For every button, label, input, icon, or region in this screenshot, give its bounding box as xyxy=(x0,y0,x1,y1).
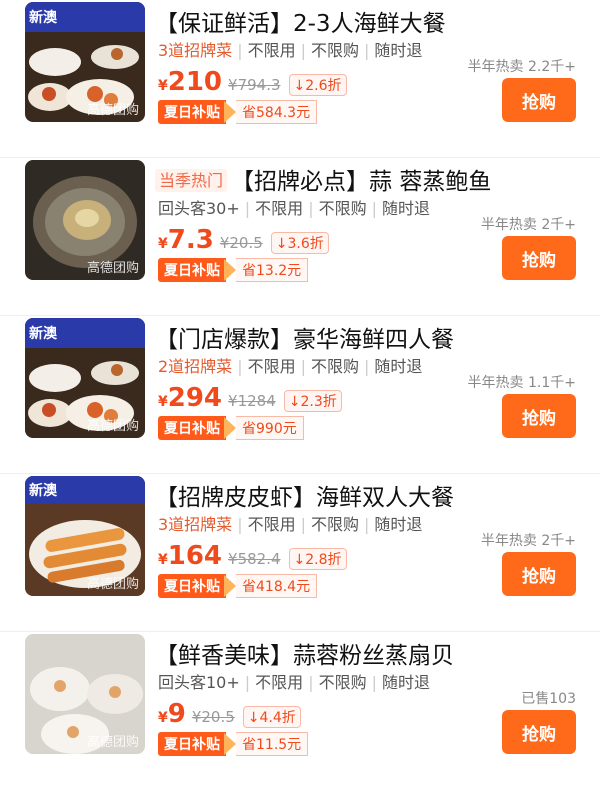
deal-tags: 回头客30+ | 不限用 | 不限购 | 随时退 xyxy=(158,199,430,218)
svg-text:新澳: 新澳 xyxy=(29,482,58,499)
subsidy-badge: 夏日补贴 xyxy=(158,258,226,282)
thumbnail-watermark: 高德团购 xyxy=(86,103,139,118)
deal-price: 210 xyxy=(167,67,223,97)
price-row: ¥210 ¥794.3 ↓2.6折 xyxy=(158,67,347,97)
thumbnail-watermark: 高德团购 xyxy=(86,419,139,434)
subsidy-badge: 夏日补贴 xyxy=(158,574,226,598)
savings-text: 省584.3元 xyxy=(236,100,318,124)
original-price: ¥794.3 xyxy=(228,76,281,94)
original-price: ¥20.5 xyxy=(191,708,235,726)
thumbnail-watermark: 高德团购 xyxy=(86,577,139,592)
subsidy-row: 夏日补贴 省11.5元 xyxy=(158,732,309,756)
original-price: ¥20.5 xyxy=(219,234,263,252)
subsidy-row: 夏日补贴 省13.2元 xyxy=(158,258,309,282)
bolt-icon xyxy=(224,101,236,123)
deal-title: 【鲜香美味】蒜蓉粉丝蒸扇贝 xyxy=(155,643,454,669)
deal-item[interactable]: 高德团购 【鲜香美味】蒜蓉粉丝蒸扇贝 回头客10+ | 不限用 | 不限购 | 随时退 ¥9… xyxy=(0,632,600,790)
price-row: ¥9 ¥20.5 ↓4.4折 xyxy=(158,699,301,729)
down-arrow-icon: ↓ xyxy=(275,236,288,252)
deal-price: 294 xyxy=(167,383,223,413)
down-arrow-icon: ↓ xyxy=(247,710,260,726)
savings-text: 省13.2元 xyxy=(236,258,309,282)
deal-item[interactable]: 新澳 高德团购 【门店爆款】豪华海鲜四人餐 2道招牌菜 | 不限用 | 不限购 | 随时退 … xyxy=(0,316,600,474)
subsidy-badge: 夏日补贴 xyxy=(158,416,226,440)
deal-thumbnail[interactable]: 高德团购 xyxy=(25,634,145,754)
deal-thumbnail[interactable]: 高德团购 xyxy=(25,160,145,280)
sales-count: 半年热卖 2.2千+ xyxy=(467,59,576,75)
subsidy-badge: 夏日补贴 xyxy=(158,732,226,756)
buy-button[interactable]: 抢购 xyxy=(502,236,576,280)
deal-thumbnail[interactable]: 新澳 高德团购 xyxy=(25,318,145,438)
buy-button[interactable]: 抢购 xyxy=(502,552,576,596)
deal-thumbnail[interactable]: 新澳 高德团购 xyxy=(25,476,145,596)
savings-text: 省418.4元 xyxy=(236,574,318,598)
deal-tags: 2道招牌菜 | 不限用 | 不限购 | 随时退 xyxy=(158,357,423,376)
price-row: ¥7.3 ¥20.5 ↓3.6折 xyxy=(158,225,329,255)
deal-title: 【招牌皮皮虾】海鲜双人大餐 xyxy=(155,485,454,511)
thumbnail-watermark: 高德团购 xyxy=(86,261,139,276)
bolt-icon xyxy=(224,259,236,281)
deal-thumbnail[interactable]: 新澳 高德团购 xyxy=(25,2,145,122)
original-price: ¥582.4 xyxy=(228,550,281,568)
subsidy-badge: 夏日补贴 xyxy=(158,100,226,124)
sales-count: 半年热卖 2千+ xyxy=(480,533,576,549)
discount-badge: ↓3.6折 xyxy=(270,232,329,254)
discount-badge: ↓2.8折 xyxy=(288,548,347,570)
deal-price: 7.3 xyxy=(167,225,214,255)
savings-text: 省11.5元 xyxy=(236,732,309,756)
sales-count: 已售103 xyxy=(521,691,576,707)
deal-tags: 回头客10+ | 不限用 | 不限购 | 随时退 xyxy=(158,673,430,692)
deal-title: 【保证鲜活】2-3人海鲜大餐 xyxy=(155,11,446,37)
buy-button[interactable]: 抢购 xyxy=(502,394,576,438)
discount-badge: ↓2.6折 xyxy=(288,74,347,96)
subsidy-row: 夏日补贴 省990元 xyxy=(158,416,304,440)
deal-tags: 3道招牌菜 | 不限用 | 不限购 | 随时退 xyxy=(158,41,423,60)
sales-count: 半年热卖 1.1千+ xyxy=(467,375,576,391)
svg-text:新澳: 新澳 xyxy=(29,325,58,342)
deal-price: 9 xyxy=(167,699,186,729)
deal-title: 当季热门 【招牌必点】蒜 蓉蒸鲍鱼 xyxy=(155,162,491,196)
sales-count: 半年热卖 2千+ xyxy=(480,217,576,233)
thumbnail-watermark: 高德团购 xyxy=(86,735,139,750)
savings-text: 省990元 xyxy=(236,416,304,440)
bolt-icon xyxy=(224,733,236,755)
subsidy-row: 夏日补贴 省584.3元 xyxy=(158,100,318,124)
price-row: ¥164 ¥582.4 ↓2.8折 xyxy=(158,541,347,571)
down-arrow-icon: ↓ xyxy=(293,78,306,94)
svg-text:新澳: 新澳 xyxy=(29,9,58,26)
buy-button[interactable]: 抢购 xyxy=(502,78,576,122)
deal-item[interactable]: 新澳 高德团购 【招牌皮皮虾】海鲜双人大餐 3道招牌菜 | 不限用 | 不限购 | 随时退 … xyxy=(0,474,600,632)
deal-item[interactable]: 新澳 高德团购 【保证鲜活】2-3人海鲜大餐 3道招牌菜 | 不限用 | 不限购 | 随时退… xyxy=(0,0,600,158)
deal-price: 164 xyxy=(167,541,223,571)
price-row: ¥294 ¥1284 ↓2.3折 xyxy=(158,383,342,413)
original-price: ¥1284 xyxy=(228,392,276,410)
deal-title: 【门店爆款】豪华海鲜四人餐 xyxy=(155,327,454,353)
deal-tags: 3道招牌菜 | 不限用 | 不限购 | 随时退 xyxy=(158,515,423,534)
down-arrow-icon: ↓ xyxy=(293,552,306,568)
discount-badge: ↓4.4折 xyxy=(242,706,301,728)
down-arrow-icon: ↓ xyxy=(288,394,301,410)
buy-button[interactable]: 抢购 xyxy=(502,710,576,754)
bolt-icon xyxy=(224,417,236,439)
discount-badge: ↓2.3折 xyxy=(283,390,342,412)
hot-badge: 当季热门 xyxy=(155,169,228,192)
deal-item[interactable]: 高德团购 当季热门 【招牌必点】蒜 蓉蒸鲍鱼 回头客30+ | 不限用 | 不限购 | 随时退… xyxy=(0,158,600,316)
deal-list: 新澳 高德团购 【保证鲜活】2-3人海鲜大餐 3道招牌菜 | 不限用 | 不限购 | 随时退… xyxy=(0,0,600,756)
bolt-icon xyxy=(224,575,236,597)
subsidy-row: 夏日补贴 省418.4元 xyxy=(158,574,318,598)
